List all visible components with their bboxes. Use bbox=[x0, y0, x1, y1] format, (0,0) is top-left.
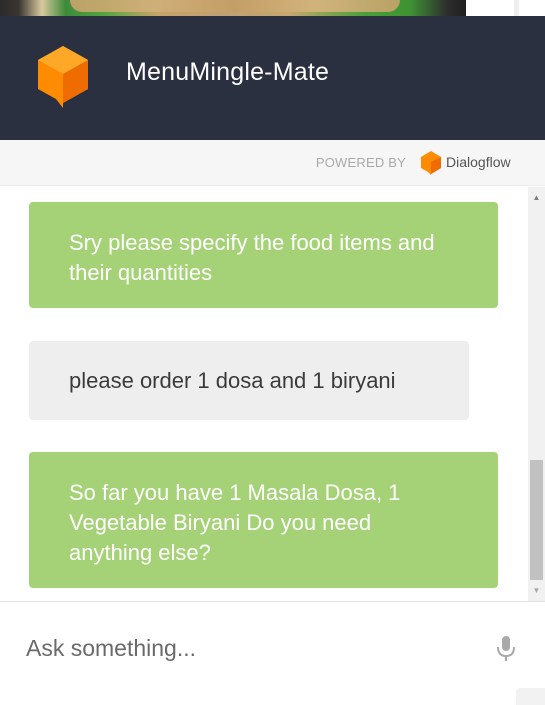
dialogflow-small-logo-icon bbox=[421, 151, 441, 175]
powered-by-label: POWERED BY bbox=[315, 155, 406, 170]
chat-header: MenuMingle-Mate bbox=[0, 16, 545, 140]
dialogflow-logo-icon bbox=[38, 46, 88, 108]
background-food-image bbox=[0, 0, 466, 16]
input-bar bbox=[0, 601, 545, 705]
chat-title: MenuMingle-Mate bbox=[126, 58, 330, 86]
message-list[interactable]: Sry please specify the food items and th… bbox=[0, 187, 528, 601]
bot-message: Sry please specify the food items and th… bbox=[29, 202, 498, 308]
microphone-icon[interactable] bbox=[496, 635, 516, 663]
message-input[interactable] bbox=[26, 630, 466, 666]
message-scrollbar[interactable]: ▲ ▼ bbox=[528, 187, 545, 601]
bot-message: So far you have 1 Masala Dosa, 1 Vegetab… bbox=[29, 452, 498, 588]
scroll-up-arrow-icon[interactable]: ▲ bbox=[528, 191, 545, 205]
dialogflow-link[interactable]: Dialogflow bbox=[446, 154, 511, 170]
background-divider bbox=[514, 0, 519, 16]
window-corner bbox=[516, 688, 545, 705]
background-page bbox=[0, 0, 545, 16]
scroll-thumb[interactable] bbox=[530, 460, 543, 580]
user-message: please order 1 dosa and 1 biryani bbox=[29, 341, 469, 420]
scroll-down-arrow-icon[interactable]: ▼ bbox=[528, 584, 545, 598]
